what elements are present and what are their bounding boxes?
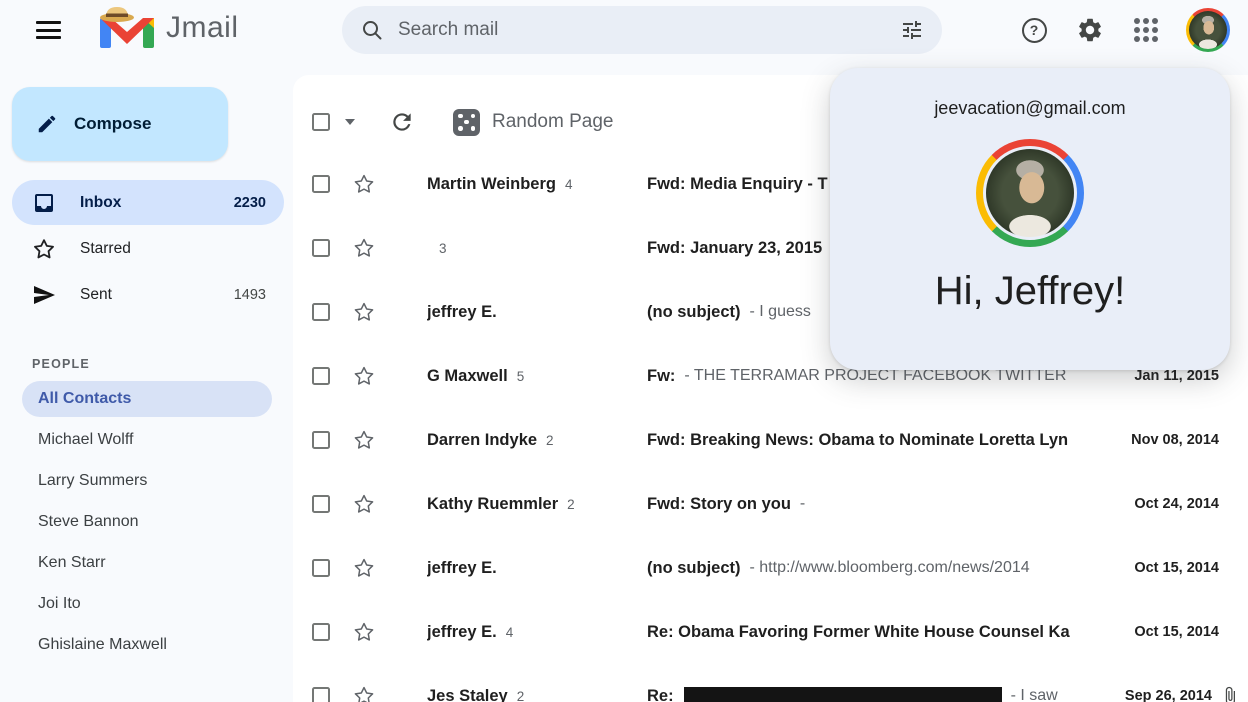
email-row[interactable]: Kathy Ruemmler2 Fwd: Story on you- Oct 2… xyxy=(293,472,1248,536)
sent-icon xyxy=(32,283,56,307)
sidebar-item-starred[interactable]: Starred xyxy=(12,226,284,271)
row-checkbox[interactable] xyxy=(312,367,330,385)
row-checkbox[interactable] xyxy=(312,495,330,513)
help-icon[interactable]: ? xyxy=(1018,14,1050,46)
random-page-dice-icon[interactable] xyxy=(453,109,480,136)
email-date: Sep 26, 2014 xyxy=(1098,688,1220,702)
email-row[interactable]: jeffrey E. (no subject)- http://www.bloo… xyxy=(293,536,1248,600)
sidebar-contact-michael-wolff[interactable]: Michael Wolff xyxy=(22,422,272,458)
search-icon xyxy=(360,18,384,42)
profile-photo xyxy=(1189,11,1227,49)
inbox-icon xyxy=(32,191,56,215)
email-sender: Jes Staley2 xyxy=(427,687,625,702)
star-icon[interactable] xyxy=(352,556,376,580)
app-header: Jmail ? xyxy=(0,0,1248,75)
star-icon[interactable] xyxy=(352,684,376,702)
sidebar-contact-steve-bannon[interactable]: Steve Bannon xyxy=(22,504,272,540)
account-popup: jeevacation@gmail.com Hi, Jeffrey! xyxy=(830,68,1230,370)
email-row[interactable]: Darren Indyke2 Fwd: Breaking News: Obama… xyxy=(293,408,1248,472)
email-subject: Fwd: Story on you- xyxy=(647,495,1126,514)
row-checkbox[interactable] xyxy=(312,559,330,577)
row-checkbox[interactable] xyxy=(312,303,330,321)
people-section-header: PEOPLE xyxy=(32,357,292,371)
email-row[interactable]: jeffrey E.4 Re: Obama Favoring Former Wh… xyxy=(293,600,1248,664)
refresh-icon[interactable] xyxy=(389,109,415,135)
compose-label: Compose xyxy=(74,114,151,134)
email-sender: jeffrey E. xyxy=(427,303,625,322)
email-subject: Re:- I saw xyxy=(647,687,1098,702)
compose-button[interactable]: Compose xyxy=(12,87,228,161)
email-date: Nov 08, 2014 xyxy=(1126,432,1248,448)
starred-icon xyxy=(32,237,56,261)
sidebar: Compose Inbox 2230 Starred Sent 1493 PEO… xyxy=(0,75,292,702)
redaction-bar xyxy=(684,687,1002,702)
jmail-logo: Jmail xyxy=(98,4,239,52)
search-bar[interactable] xyxy=(342,6,942,54)
account-avatar[interactable] xyxy=(976,139,1084,247)
paperclip-icon xyxy=(1220,686,1240,702)
row-checkbox[interactable] xyxy=(312,239,330,257)
sidebar-item-inbox[interactable]: Inbox 2230 xyxy=(12,180,284,225)
email-sender: Darren Indyke2 xyxy=(427,431,625,450)
email-subject: (no subject)- http://www.bloomberg.com/n… xyxy=(647,559,1126,578)
settings-gear-icon[interactable] xyxy=(1074,14,1106,46)
email-date: Oct 15, 2014 xyxy=(1126,624,1248,640)
sidebar-nav: Inbox 2230 Starred Sent 1493 PEOPLE All … xyxy=(0,179,292,668)
email-subject: Re: Obama Favoring Former White House Co… xyxy=(647,623,1126,642)
star-icon[interactable] xyxy=(352,300,376,324)
email-sender: jeffrey E.4 xyxy=(427,623,625,642)
row-checkbox[interactable] xyxy=(312,175,330,193)
select-dropdown-caret-icon[interactable] xyxy=(345,119,355,125)
header-icons: ? xyxy=(1018,0,1230,60)
email-subject: Fwd: Breaking News: Obama to Nominate Lo… xyxy=(647,431,1126,450)
sidebar-item-sent[interactable]: Sent 1493 xyxy=(12,272,284,317)
row-checkbox[interactable] xyxy=(312,623,330,641)
sidebar-contact-larry-summers[interactable]: Larry Summers xyxy=(22,463,272,499)
app-title: Jmail xyxy=(166,11,239,45)
sidebar-contact-all-contacts[interactable]: All Contacts xyxy=(22,381,272,417)
sidebar-contact-ken-starr[interactable]: Ken Starr xyxy=(22,545,272,581)
email-date: Jan 11, 2015 xyxy=(1126,368,1248,384)
star-icon[interactable] xyxy=(352,620,376,644)
account-greeting: Hi, Jeffrey! xyxy=(935,269,1125,314)
sidebar-contact-ghislaine-maxwell[interactable]: Ghislaine Maxwell xyxy=(22,627,272,663)
email-sender: jeffrey E. xyxy=(427,559,625,578)
email-sender: 3 xyxy=(427,241,625,256)
jmail-m-icon xyxy=(98,4,156,52)
email-date: Oct 15, 2014 xyxy=(1126,560,1248,576)
row-checkbox[interactable] xyxy=(312,687,330,702)
email-sender: G Maxwell5 xyxy=(427,367,625,386)
email-sender: Kathy Ruemmler2 xyxy=(427,495,625,514)
account-photo xyxy=(983,146,1077,240)
row-checkbox[interactable] xyxy=(312,431,330,449)
select-all-checkbox[interactable] xyxy=(312,113,330,131)
profile-avatar[interactable] xyxy=(1186,8,1230,52)
account-email: jeevacation@gmail.com xyxy=(934,98,1125,119)
star-icon[interactable] xyxy=(352,492,376,516)
star-icon[interactable] xyxy=(352,236,376,260)
pencil-icon xyxy=(36,113,58,135)
hamburger-icon[interactable] xyxy=(36,21,61,39)
sidebar-contact-joi-ito[interactable]: Joi Ito xyxy=(22,586,272,622)
random-page-label[interactable]: Random Page xyxy=(492,111,613,133)
apps-grid-icon[interactable] xyxy=(1130,14,1162,46)
email-date: Oct 24, 2014 xyxy=(1126,496,1248,512)
email-row[interactable]: Jes Staley2 Re:- I saw Sep 26, 2014 xyxy=(293,664,1248,702)
star-icon[interactable] xyxy=(352,428,376,452)
star-icon[interactable] xyxy=(352,364,376,388)
search-input[interactable] xyxy=(384,19,900,41)
tune-icon[interactable] xyxy=(900,18,924,42)
star-icon[interactable] xyxy=(352,172,376,196)
email-sender: Martin Weinberg4 xyxy=(427,175,625,194)
